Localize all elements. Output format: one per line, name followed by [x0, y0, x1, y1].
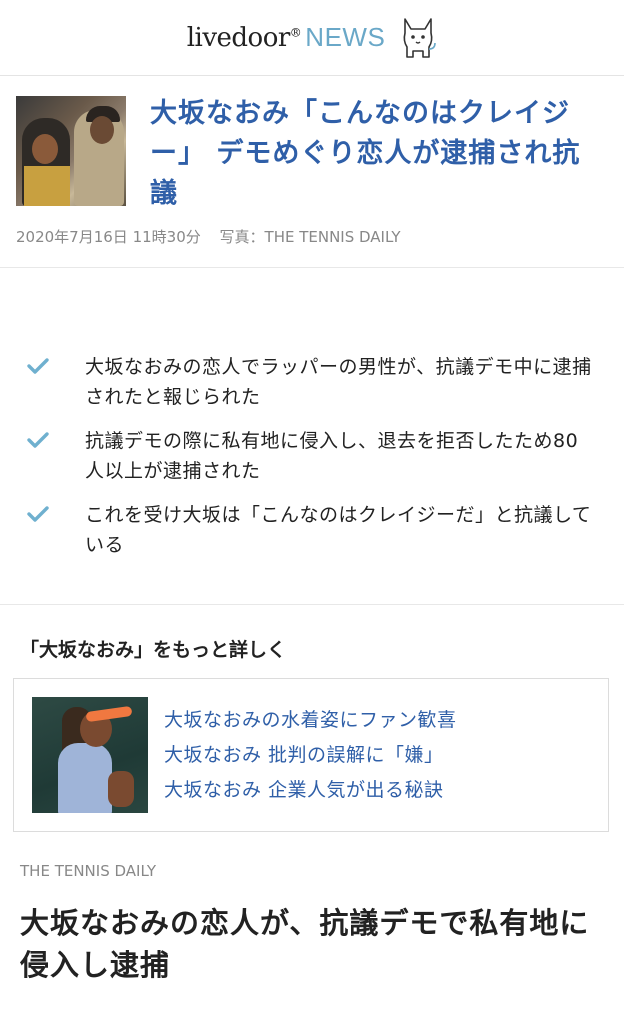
article-headline: 大坂なおみの恋人が、抗議デモで私有地に侵入し逮捕 [20, 906, 590, 982]
summary-item: これを受け大坂は「こんなのはクレイジーだ」と抗議している [26, 500, 592, 560]
related-link[interactable]: 大坂なおみの水着姿にファン歓喜 [164, 703, 457, 738]
related-links: 大坂なおみの水着姿にファン歓喜 大坂なおみ 批判の誤解に「嫌」 大坂なおみ 企業… [164, 703, 457, 808]
summary-item: 大坂なおみの恋人でラッパーの男性が、抗議デモ中に逮捕されたと報じられた [26, 352, 592, 412]
related-link[interactable]: 大坂なおみ 批判の誤解に「嫌」 [164, 738, 457, 773]
summary-item: 抗議デモの際に私有地に侵入し、退去を拒否したため80人以上が逮捕された [26, 426, 592, 486]
related-thumbnail[interactable] [32, 697, 148, 813]
article-thumbnail[interactable] [16, 96, 126, 206]
checkmark-icon [26, 504, 52, 528]
article-title: 大坂なおみ「こんなのはクレイジー」 デモめぐり恋人が逮捕され抗議 [150, 98, 581, 209]
dog-mascot-icon [403, 17, 437, 58]
logo-brand-text: livedoor [186, 22, 291, 53]
summary-text: 抗議デモの際に私有地に侵入し、退去を拒否したため80人以上が逮捕された [85, 430, 579, 482]
summary-text: 大坂なおみの恋人でラッパーの男性が、抗議デモ中に逮捕されたと報じられた [85, 356, 592, 408]
article-header: 大坂なおみ「こんなのはクレイジー」 デモめぐり恋人が逮捕され抗議 [0, 76, 624, 214]
related-box: 大坂なおみの水着姿にファン歓喜 大坂なおみ 批判の誤解に「嫌」 大坂なおみ 企業… [13, 678, 609, 832]
livedoor-logo[interactable]: livedoor® [187, 23, 302, 53]
summary-list: 大坂なおみの恋人でラッパーの男性が、抗議デモ中に逮捕されたと報じられた 抗議デモ… [0, 268, 624, 605]
checkmark-icon [26, 430, 52, 454]
related-link[interactable]: 大坂なおみ 企業人気が出る秘訣 [164, 773, 457, 808]
logo-news-text[interactable]: NEWS [305, 22, 385, 53]
checkmark-icon [26, 356, 52, 380]
article-meta: 2020年7月16日 11時30分 写真：THE TENNIS DAILY [0, 214, 624, 268]
summary-text: これを受け大坂は「こんなのはクレイジーだ」と抗議している [85, 504, 592, 556]
logo-registered-mark: ® [289, 24, 302, 39]
related-heading: 「大坂なおみ」をもっと詳しく [20, 639, 287, 661]
article-source: THE TENNIS DAILY [20, 862, 156, 880]
article-date: 2020年7月16日 11時30分 [16, 228, 201, 246]
site-header: livedoor® NEWS [0, 0, 624, 76]
photo-credit: 写真：THE TENNIS DAILY [219, 228, 401, 246]
